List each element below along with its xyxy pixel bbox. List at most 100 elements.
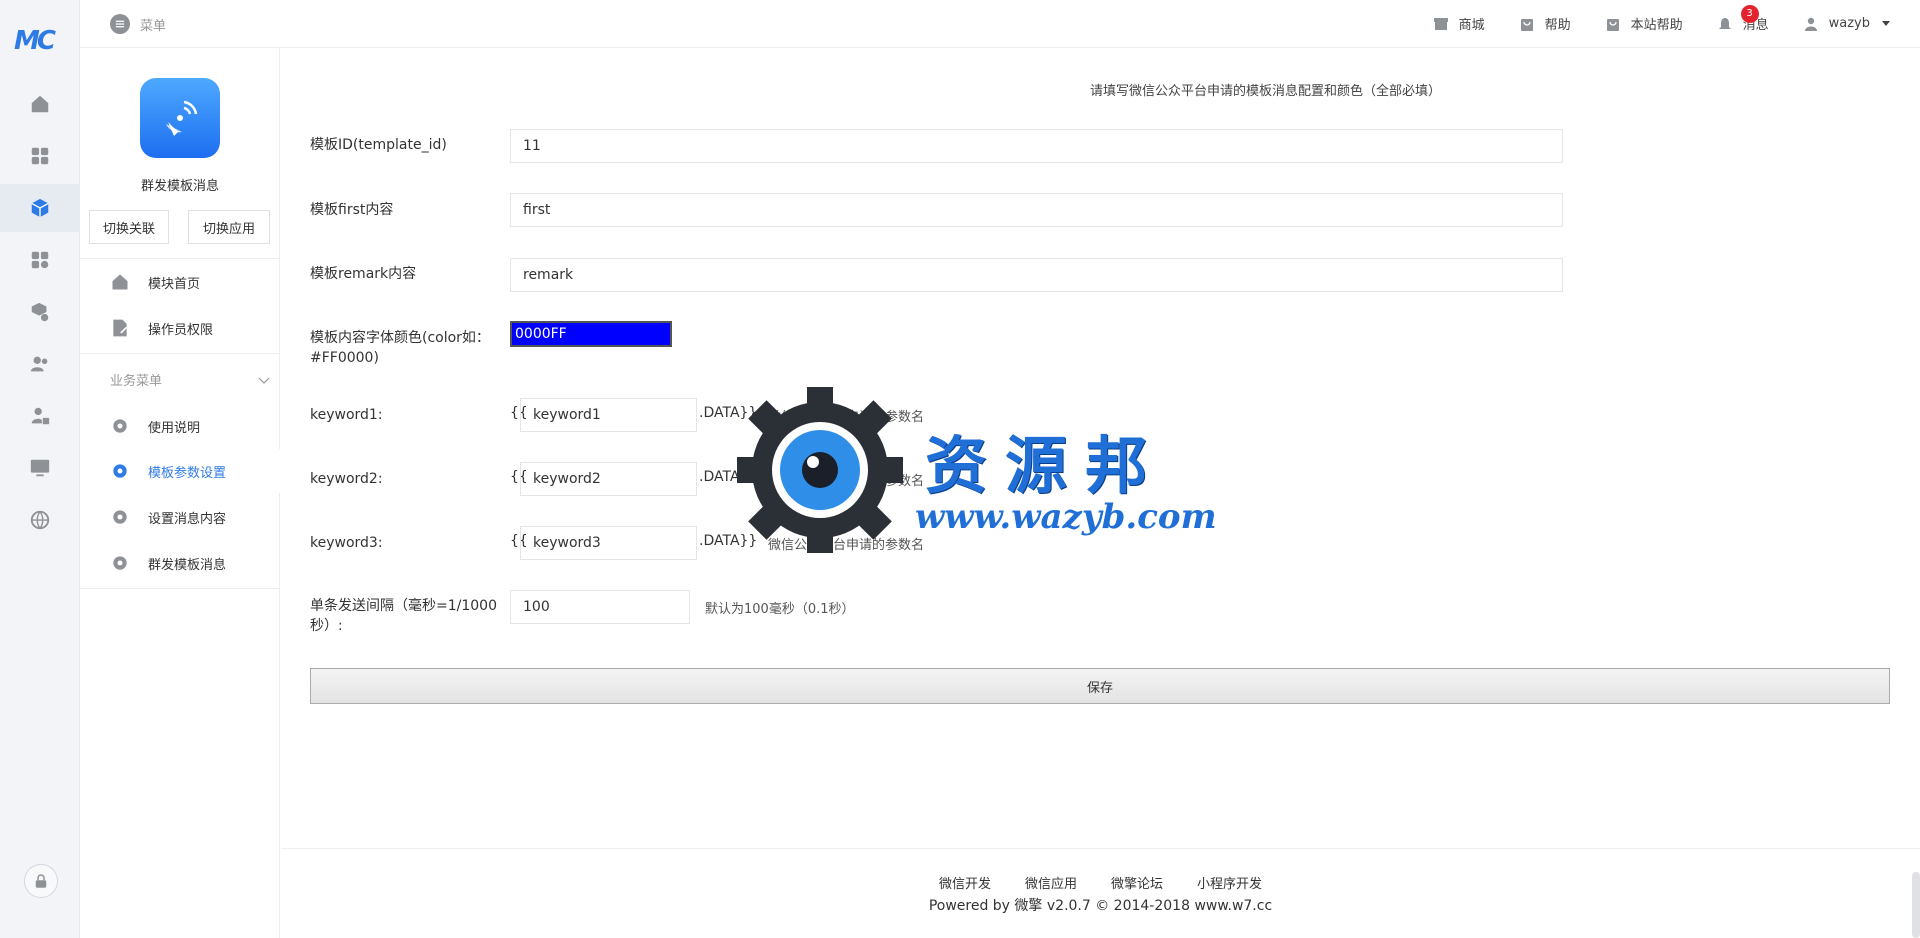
keyword-suffix: .DATA}}	[699, 469, 758, 485]
footer-links: 微信开发 微信应用 微擎论坛 小程序开发	[281, 873, 1920, 892]
keyword1-label: keyword1:	[310, 407, 383, 423]
user-icon	[1804, 17, 1817, 31]
cube-icon[interactable]	[0, 184, 80, 232]
gear-icon	[113, 556, 127, 570]
remark-label: 模板remark内容	[310, 266, 417, 282]
powered-by: Powered by 微擎 v2.0.7 © 2014-2018 www.w7.…	[928, 898, 1273, 914]
module-sidebar: 群发模板消息 切换关联 切换应用 模块首页 操作员权限 业务菜单 使用说明 模板…	[80, 48, 280, 938]
remark-input[interactable]: remark	[510, 258, 1563, 292]
sidebar-item-label: 模块首页	[148, 276, 201, 292]
footer-link-forum[interactable]: 微擎论坛	[1111, 873, 1163, 892]
sidebar-item-message-content[interactable]: 设置消息内容	[80, 495, 280, 539]
user-menu[interactable]: wazyb	[1803, 16, 1890, 32]
brand-logo[interactable]: MC	[14, 26, 64, 56]
sidebar-item-label: 使用说明	[148, 420, 201, 436]
color-label: 模板内容字体颜色(color如： #FF0000)	[310, 328, 490, 368]
keyword3-label: keyword3:	[310, 535, 383, 551]
top-links: 商城 帮助 本站帮助 3 消息 wazyb	[1433, 5, 1890, 33]
top-bar: 菜单 商城 帮助 本站帮助 3 消息 wazyb	[80, 0, 1920, 48]
color-label-line1: 模板内容字体颜色(color如：	[310, 330, 490, 346]
shop-link[interactable]: 商城	[1433, 14, 1485, 33]
color-label-line2: #FF0000)	[310, 350, 379, 366]
username: wazyb	[1828, 16, 1870, 31]
package-settings-icon[interactable]	[0, 288, 80, 336]
scrollbar[interactable]	[1912, 872, 1920, 938]
keyword1-input[interactable]: keyword1	[520, 398, 697, 432]
caret-down-icon	[1882, 21, 1890, 26]
gear-icon	[113, 419, 127, 433]
bell-icon	[1718, 17, 1731, 29]
footer-link-wechat-dev[interactable]: 微信开发	[939, 873, 991, 892]
divider	[80, 353, 280, 354]
help-link[interactable]: 帮助	[1519, 14, 1571, 33]
divider	[80, 588, 280, 589]
switch-link-button[interactable]: 切换关联	[89, 210, 169, 244]
first-input[interactable]: first	[510, 193, 1563, 227]
keyword-hint: 微信公众平台申请的参数名	[768, 410, 925, 425]
interval-label: 单条发送间隔（毫秒=1/1000 秒）:	[310, 596, 497, 636]
chevron-down-icon	[258, 377, 270, 384]
site-help-link[interactable]: 本站帮助	[1605, 14, 1683, 33]
keyword2-input[interactable]: keyword2	[520, 462, 697, 496]
color-input[interactable]: 0000FF	[510, 321, 672, 347]
divider	[80, 258, 280, 259]
sidebar-item-label: 模板参数设置	[148, 465, 227, 481]
messages-badge: 3	[1740, 5, 1759, 23]
document-edit-icon	[113, 319, 128, 337]
keyword-suffix: .DATA}}	[699, 533, 758, 549]
first-label: 模板first内容	[310, 202, 394, 218]
keyword2-label: keyword2:	[310, 471, 383, 487]
footer: 微信开发 微信应用 微擎论坛 小程序开发 Powered by 微擎 v2.0.…	[281, 848, 1920, 938]
switch-app-button[interactable]: 切换应用	[188, 210, 270, 244]
icon-rail: MC	[0, 0, 80, 938]
apps-grid-icon[interactable]	[0, 132, 80, 180]
globe-icon[interactable]	[0, 496, 80, 544]
sidebar-item-module-home[interactable]: 模块首页	[80, 260, 280, 304]
modules-icon[interactable]	[0, 236, 80, 284]
template-id-label: 模板ID(template_id)	[310, 137, 447, 153]
footer-link-wechat-apps[interactable]: 微信应用	[1025, 873, 1077, 892]
menu-label: 菜单	[140, 18, 167, 34]
keyword-hint: 微信公众平台申请的参数名	[768, 474, 925, 489]
gear-icon	[113, 510, 127, 524]
keyword-hint: 微信公众平台申请的参数名	[768, 538, 925, 553]
sidebar-item-template-settings[interactable]: 模板参数设置	[80, 449, 280, 493]
home-icon[interactable]	[0, 80, 80, 128]
group-label: 业务菜单	[110, 374, 163, 389]
help-label: 帮助	[1544, 18, 1571, 33]
sidebar-item-label: 群发模板消息	[148, 557, 227, 573]
messages-link[interactable]: 3 消息	[1717, 5, 1769, 33]
site-help-label: 本站帮助	[1630, 18, 1683, 33]
interval-hint: 默认为100毫秒（0.1秒）	[705, 602, 855, 617]
shop-label: 商城	[1458, 18, 1485, 33]
main-content: 请填写微信公众平台申请的模板消息配置和颜色（全部必填） 模板ID(templat…	[281, 48, 1920, 848]
sidebar-item-operator-permissions[interactable]: 操作员权限	[80, 306, 280, 350]
keyword-suffix: .DATA}}	[699, 405, 758, 421]
satellite-icon	[140, 78, 220, 158]
monitor-icon[interactable]	[0, 444, 80, 492]
interval-label-line2: 秒）:	[310, 618, 343, 634]
footer-link-miniprogram[interactable]: 小程序开发	[1197, 873, 1262, 892]
sidebar-item-usage-guide[interactable]: 使用说明	[80, 404, 280, 448]
app-name: 群发模板消息	[140, 179, 219, 194]
store-icon	[1433, 17, 1448, 30]
home-icon	[112, 274, 128, 290]
bag-icon	[1520, 18, 1533, 31]
menu-icon	[110, 14, 130, 34]
form-heading: 请填写微信公众平台申请的模板消息配置和颜色（全部必填）	[1089, 84, 1441, 99]
business-menu-group[interactable]: 业务菜单	[110, 370, 270, 389]
user-lock-icon[interactable]	[0, 392, 80, 440]
sidebar-item-label: 设置消息内容	[148, 511, 227, 527]
sidebar-item-label: 操作员权限	[148, 322, 214, 338]
sidebar-item-broadcast[interactable]: 群发模板消息	[80, 541, 280, 585]
save-button[interactable]: 保存	[310, 668, 1890, 704]
interval-label-line1: 单条发送间隔（毫秒=1/1000	[310, 598, 497, 614]
gear-icon	[113, 464, 127, 478]
interval-input[interactable]: 100	[510, 590, 690, 624]
keyword3-input[interactable]: keyword3	[520, 526, 697, 560]
menu-toggle[interactable]: 菜单	[110, 14, 166, 34]
bag-icon	[1606, 18, 1619, 31]
template-id-input[interactable]: 11	[510, 129, 1563, 163]
users-icon[interactable]	[0, 340, 80, 388]
lock-icon[interactable]	[24, 864, 58, 898]
